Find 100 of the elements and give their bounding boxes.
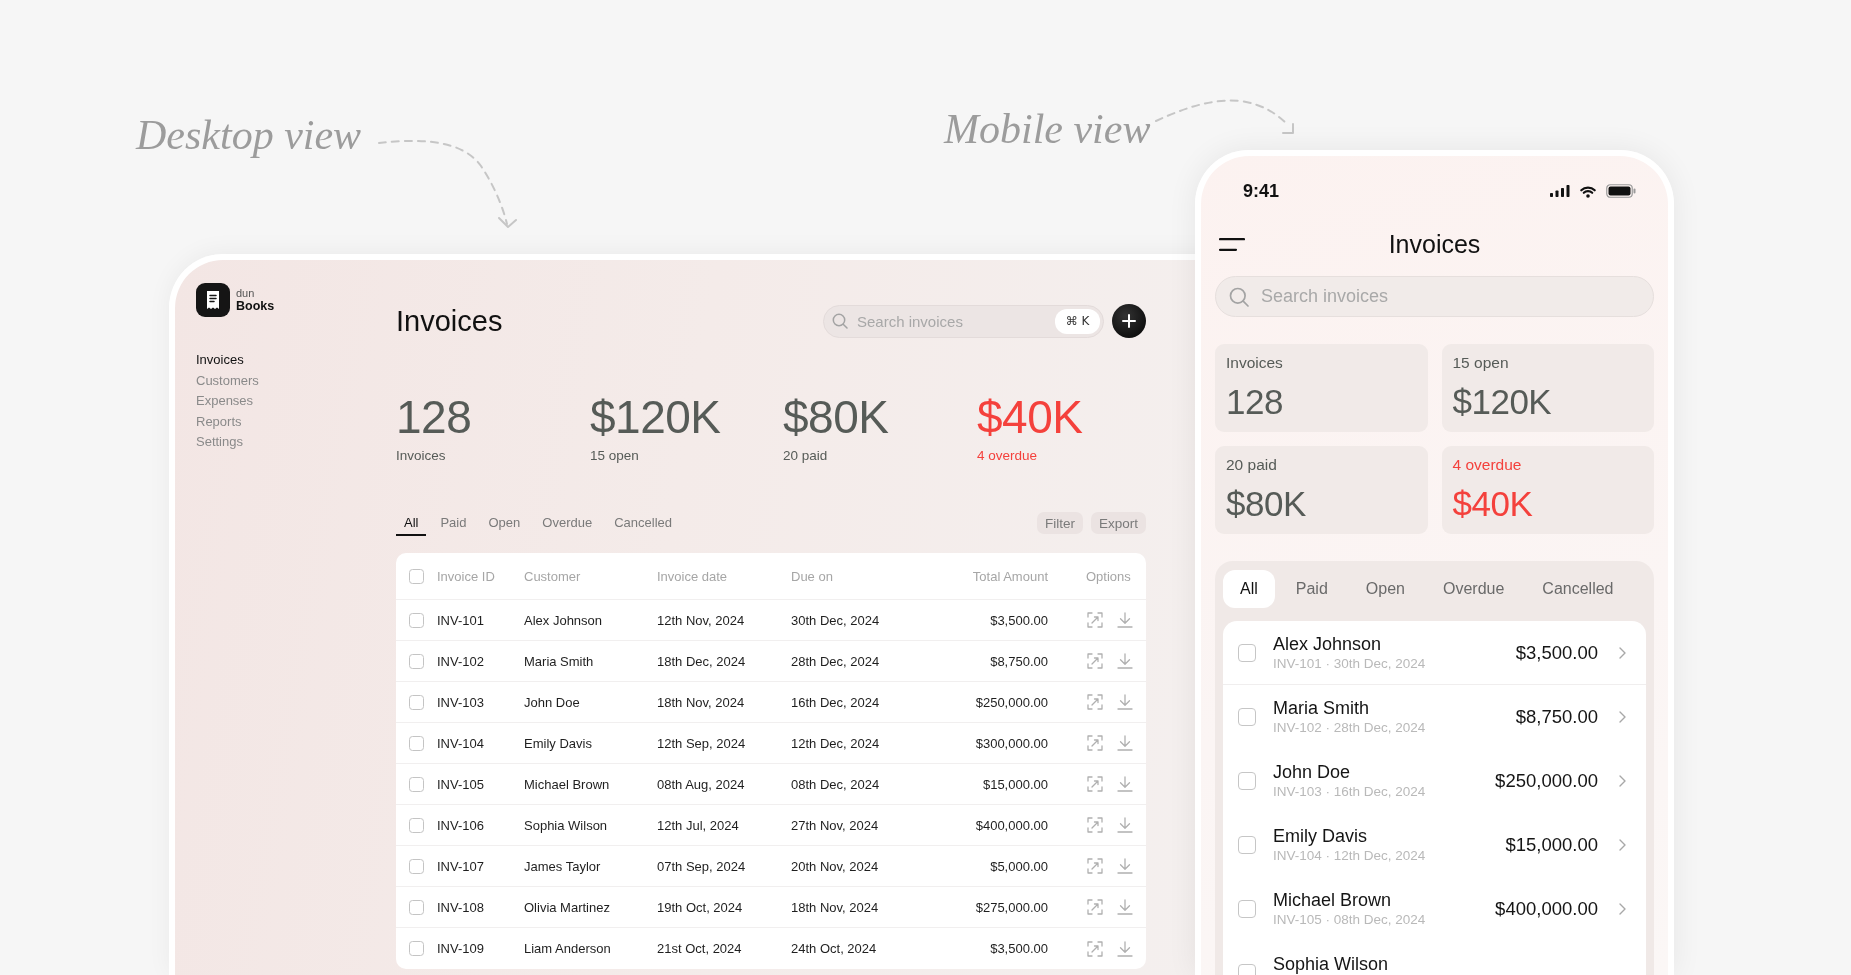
download-icon[interactable]: [1117, 817, 1133, 833]
invoice-meta: INV-102 · 28th Dec, 2024: [1273, 720, 1427, 736]
expand-icon[interactable]: [1087, 735, 1103, 751]
sidebar-item[interactable]: Customers: [196, 370, 259, 391]
annotation-label: Mobile view: [944, 106, 1151, 152]
table-cell-text: 08th Dec, 2024: [791, 776, 881, 792]
checkbox[interactable]: [409, 899, 424, 915]
download-icon[interactable]: [1117, 940, 1133, 957]
checkbox[interactable]: [409, 653, 424, 669]
invoice-amount: $400,000.00: [1495, 898, 1598, 920]
sidebar-item[interactable]: Settings: [196, 432, 243, 453]
filter-tab[interactable]: Paid: [432, 512, 475, 536]
table-cell-text: Olivia Martinez: [524, 899, 611, 915]
add-button[interactable]: [1112, 304, 1146, 338]
expand-icon[interactable]: [1087, 776, 1103, 792]
table-cell-text: 19th Oct, 2024: [657, 899, 744, 915]
page-title: Invoices: [396, 304, 503, 338]
expand-icon[interactable]: [1087, 858, 1103, 874]
table-cell-text: $250,000.00: [974, 694, 1048, 710]
table-cell-text: 12th Dec, 2024: [791, 735, 881, 751]
invoice-amount: $3,500.00: [1515, 641, 1598, 664]
checkbox[interactable]: [409, 694, 424, 710]
stat-label: 4 overdue: [1452, 456, 1523, 474]
checkbox[interactable]: [409, 568, 424, 584]
column-header: Total Amount: [971, 568, 1048, 584]
table-cell-text: 12th Nov, 2024: [657, 612, 746, 628]
table-cell-text: 18th Dec, 2024: [657, 653, 747, 669]
download-icon[interactable]: [1117, 612, 1133, 628]
stat-value: $120K: [1452, 382, 1553, 422]
stat-label: 20 paid: [783, 448, 829, 464]
filter-tab[interactable]: Cancelled: [1525, 570, 1631, 608]
table-cell-text: 07th Sep, 2024: [657, 858, 747, 874]
table-cell-text: $8,750.00: [989, 653, 1048, 669]
expand-icon[interactable]: [1087, 694, 1103, 710]
filter-tab[interactable]: Paid: [1278, 570, 1345, 608]
sidebar-item[interactable]: Expenses: [196, 391, 254, 412]
customer-name: Alex Johnson: [1273, 633, 1383, 654]
signal-icon: [1550, 185, 1570, 197]
brand-prefix: dun: [236, 286, 256, 299]
expand-icon[interactable]: [1087, 940, 1103, 957]
stat-value: $40K: [1452, 484, 1534, 524]
toolbar-button[interactable]: Filter: [1036, 512, 1083, 534]
table-cell-text: INV-109: [437, 941, 485, 956]
expand-icon[interactable]: [1087, 653, 1103, 669]
table-cell-text: 27th Nov, 2024: [791, 817, 880, 833]
table-cell-text: Sophia Wilson: [524, 817, 609, 833]
table-cell-text: INV-107: [437, 858, 485, 874]
download-icon[interactable]: [1117, 653, 1133, 669]
checkbox[interactable]: [409, 612, 424, 628]
expand-icon[interactable]: [1087, 899, 1103, 915]
checkbox[interactable]: [1238, 836, 1256, 854]
checkbox[interactable]: [1238, 643, 1256, 662]
checkbox[interactable]: [409, 858, 424, 874]
sidebar-item[interactable]: Invoices: [196, 350, 244, 371]
search-icon: [832, 313, 848, 329]
table-cell-text: Michael Brown: [524, 776, 611, 792]
download-icon[interactable]: [1117, 776, 1133, 792]
filter-tab[interactable]: Overdue: [534, 512, 601, 536]
download-icon[interactable]: [1117, 735, 1133, 751]
download-icon[interactable]: [1117, 899, 1133, 915]
customer-name: John Doe: [1273, 762, 1352, 782]
stat-label: 20 paid: [1226, 456, 1278, 474]
filter-tab[interactable]: All: [396, 512, 427, 536]
checkbox[interactable]: [1238, 900, 1256, 918]
expand-icon[interactable]: [1087, 817, 1103, 833]
filter-tab[interactable]: Open: [480, 512, 529, 536]
stat-label: 15 open: [1452, 354, 1510, 372]
checkbox[interactable]: [409, 817, 424, 833]
checkbox[interactable]: [409, 735, 424, 751]
checkbox[interactable]: [1238, 772, 1256, 790]
checkbox[interactable]: [409, 941, 424, 956]
checkbox[interactable]: [1238, 708, 1256, 726]
filter-tab[interactable]: Open: [1348, 570, 1422, 608]
sidebar-item[interactable]: Reports: [196, 411, 242, 432]
filter-tab[interactable]: Cancelled: [606, 512, 680, 536]
table-cell-text: $3,500.00: [989, 941, 1048, 956]
column-header: Due on: [791, 568, 834, 584]
download-icon[interactable]: [1117, 858, 1133, 874]
checkbox[interactable]: [409, 776, 424, 792]
toolbar-button[interactable]: Export: [1090, 512, 1146, 534]
search-field[interactable]: Search invoices: [1215, 276, 1654, 317]
table-cell-text: 16th Dec, 2024: [791, 694, 881, 710]
table-cell-text: INV-105: [437, 776, 485, 792]
column-header: Customer: [524, 568, 582, 584]
column-header: Invoice ID: [437, 568, 496, 584]
menu-icon[interactable]: [1219, 237, 1245, 251]
wifi-icon: [1579, 184, 1597, 198]
download-icon[interactable]: [1117, 694, 1133, 710]
stat-value: $80K: [783, 394, 890, 440]
plus-icon: [1122, 314, 1136, 328]
filter-tab[interactable]: All: [1223, 570, 1275, 608]
table-cell-text: 30th Dec, 2024: [791, 612, 881, 628]
invoice-meta: INV-101 · 30th Dec, 2024: [1273, 655, 1427, 672]
table-cell-text: John Doe: [524, 694, 581, 710]
customer-name: Sophia Wilson: [1273, 954, 1390, 974]
chevron-right-icon: [1619, 646, 1626, 659]
invoice-amount: $15,000.00: [1505, 834, 1598, 856]
filter-tab[interactable]: Overdue: [1425, 570, 1522, 608]
expand-icon[interactable]: [1087, 612, 1103, 628]
brand-name: Books: [236, 298, 275, 314]
